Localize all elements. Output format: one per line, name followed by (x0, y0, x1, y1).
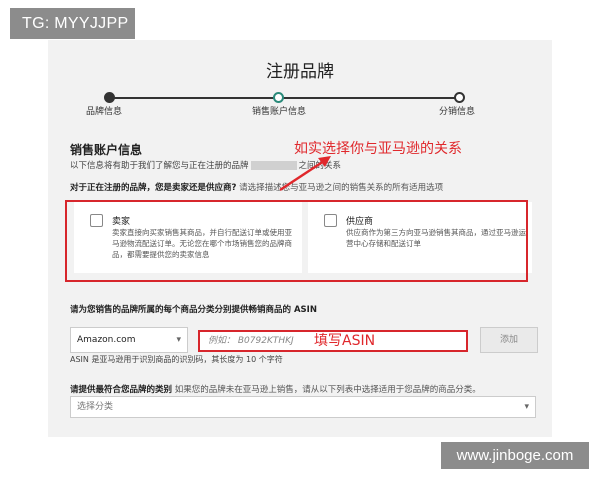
watermark-bottom: www.jinboge.com (441, 442, 589, 469)
registration-card: 注册品牌 品牌信息 销售账户信息 分销信息 销售账户信息 以下信息将有助于我们了… (48, 40, 552, 437)
asin-input-placeholder: 例如： B0792KTHKJ (208, 336, 294, 346)
asin-section-title: 请为您销售的品牌所属的每个商品分类分别提供畅销商品的 ASIN (70, 305, 317, 315)
category-select-placeholder: 选择分类 (77, 402, 114, 412)
marketplace-select-value: Amazon.com (77, 335, 136, 345)
category-select[interactable]: 选择分类 ▾ (70, 396, 536, 418)
category-title-bold: 请提供最符合您品牌的类别 (70, 385, 173, 395)
watermark-top: TG: MYYJJPP (10, 8, 135, 39)
chevron-down-icon: ▾ (524, 402, 529, 412)
chevron-down-icon: ▾ (176, 335, 181, 345)
marketplace-select[interactable]: Amazon.com ▾ (70, 327, 188, 353)
category-title-sub: 如果您的品牌未在亚马逊上销售，请从以下列表中选择适用于您品牌的商品分类。 (174, 385, 481, 395)
annotation-asin: 填写ASIN (314, 333, 376, 349)
add-asin-button[interactable]: 添加 (480, 327, 538, 353)
arrow-up-right-icon (279, 156, 331, 192)
category-title: 请提供最符合您品牌的类别 如果您的品牌未在亚马逊上销售，请从以下列表中选择适用于… (70, 383, 481, 395)
asin-hint: ASIN 是亚马逊用于识别商品的识别码，其长度为 10 个字符 (70, 355, 283, 364)
